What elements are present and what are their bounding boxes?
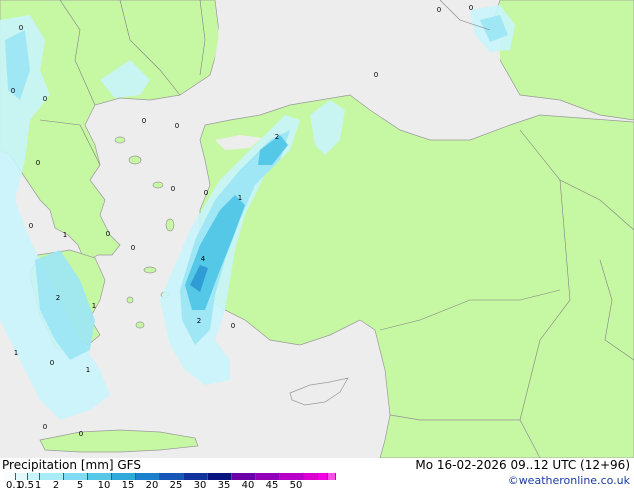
contour-label: 1 [92,302,96,310]
legend-swatch [184,473,208,480]
run-info: Mo 16-02-2026 09..12 UTC (12+96) [415,458,630,472]
contour-label: 1 [14,349,18,357]
contour-label: 2 [56,294,60,302]
contour-label: 0 [43,95,47,103]
precipitation-legend-bar [4,473,336,480]
contour-label: 0 [43,423,47,431]
legend-swatch [256,473,280,480]
legend-swatch [28,473,40,480]
legend-swatch [4,473,16,480]
contour-label: 0 [204,189,208,197]
contour-label: 0 [131,244,135,252]
legend-swatch [16,473,28,480]
legend-tick-label: 50 [289,480,303,491]
legend-swatch [64,473,88,480]
contour-label: 0 [11,87,15,95]
legend-swatch [40,473,64,480]
legend-swatch [304,473,318,480]
contour-label: 0 [19,24,23,32]
contour-label: 0 [36,159,40,167]
legend-tick-label: 2 [52,480,60,491]
contour-label: 0 [142,117,146,125]
contour-label: 0 [79,430,83,438]
contour-label: 0 [29,222,33,230]
precipitation-legend-ticks: 0.1 0.5 1 2 5 10 15 20 25 30 35 40 45 50 [0,480,340,491]
landmass-levant [379,414,541,458]
legend-tick-label: 20 [145,480,159,491]
contour-label: 4 [201,255,206,263]
legend-tick-label: 25 [169,480,183,491]
contour-label: 1 [238,194,242,202]
contour-label: 1 [86,366,90,374]
legend-swatch [232,473,256,480]
legend-swatch [112,473,136,480]
footer: Precipitation [mm] GFS Mo 16-02-2026 09.… [0,458,634,491]
legend-tick-label: 35 [217,480,231,491]
legend-swatch [160,473,184,480]
legend-swatch [318,473,328,480]
contour-label: 0 [175,122,179,130]
legend-swatch [328,473,336,480]
legend-swatch [88,473,112,480]
legend-tick-label: 10 [97,480,111,491]
contour-label: 0 [171,185,175,193]
legend-tick-label: 0.5 [18,480,34,491]
contour-label: 2 [197,317,201,325]
contour-label: 0 [374,71,378,79]
legend-swatch [136,473,160,480]
contour-label: 0 [50,359,54,367]
legend-tick-label: 5 [76,480,84,491]
legend-tick-label: 40 [241,480,255,491]
legend-swatch [208,473,232,480]
legend-tick-label: 45 [265,480,279,491]
map-title: Precipitation [mm] GFS [2,458,141,472]
contour-label: 0 [469,4,473,12]
credit-link[interactable]: ©weatheronline.co.uk [508,474,630,487]
legend-tick-label: 1 [34,480,42,491]
contour-label: 1 [63,231,67,239]
legend-tick-label: 15 [121,480,135,491]
contour-label: 2 [275,133,279,141]
contour-label: 0 [437,6,441,14]
contour-label: 0 [231,322,235,330]
precipitation-map: 0 0 0 0 0 1 0 0 0 0 0 0 1 2 0 0 0 4 2 1 2 0 1 0 1 0 0 [0,0,634,458]
contour-label: 0 [106,230,110,238]
legend-tick-label: 30 [193,480,207,491]
legend-swatch [280,473,304,480]
